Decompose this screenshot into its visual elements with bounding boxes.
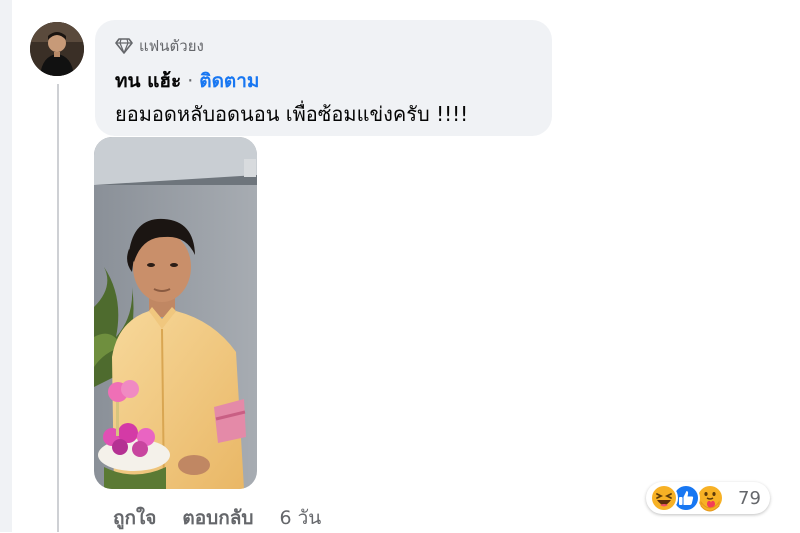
author-row: ทน แฮ้ะ · ติดตาม	[115, 66, 259, 96]
like-button[interactable]: ถูกใจ	[113, 503, 156, 533]
reply-thread-line	[57, 84, 59, 532]
reactions-summary[interactable]: 79	[646, 482, 770, 514]
follow-link[interactable]: ติดตาม	[199, 70, 259, 92]
diamond-icon	[115, 38, 133, 54]
comment-text: ยอมอดหลับอดนอน เพื่อซ้อมแข่งครับ !!!!	[115, 102, 469, 126]
author-name[interactable]: ทน แฮ้ะ	[115, 70, 181, 92]
comment-photo[interactable]	[94, 137, 257, 489]
care-reaction-icon	[696, 484, 724, 512]
left-edge-panel	[0, 0, 12, 532]
reply-button[interactable]: ตอบกลับ	[182, 503, 253, 533]
badge-label: แฟนตัวยง	[139, 37, 204, 55]
reaction-count: 79	[738, 488, 761, 509]
comment-actions: ถูกใจ ตอบกลับ 6 วัน	[113, 503, 321, 533]
separator-dot: ·	[187, 70, 194, 92]
top-fan-badge[interactable]: แฟนตัวยง	[115, 34, 204, 58]
haha-reaction-icon	[650, 484, 678, 512]
avatar[interactable]	[30, 22, 84, 76]
comment-timestamp[interactable]: 6 วัน	[279, 503, 321, 533]
comment-bubble: แฟนตัวยง ทน แฮ้ะ · ติดตาม ยอมอดหลับอดนอน เ…	[95, 20, 552, 136]
